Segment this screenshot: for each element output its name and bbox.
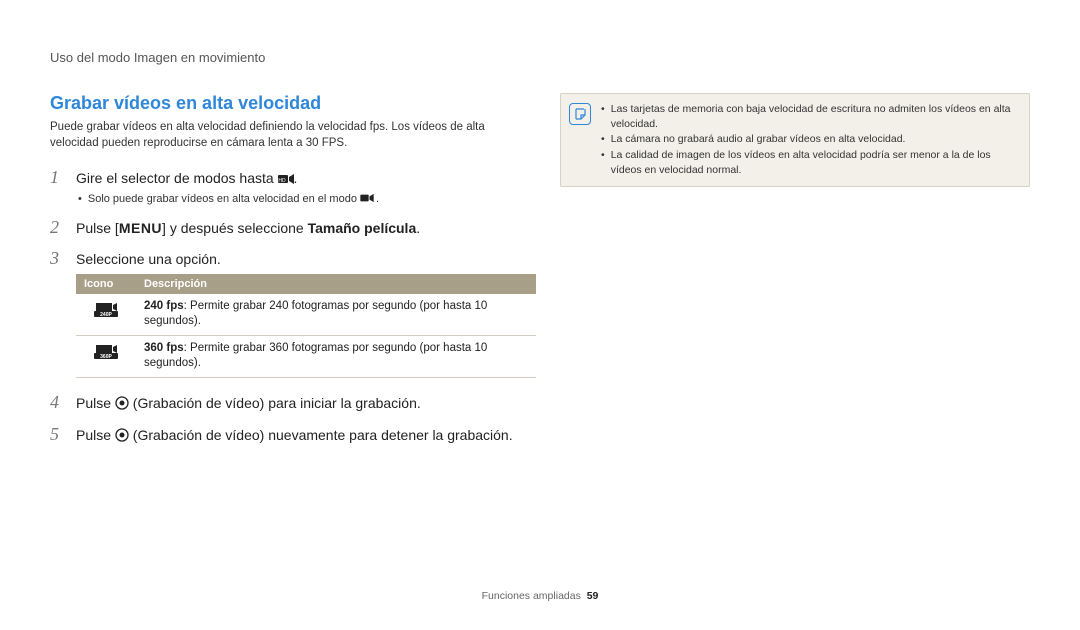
- text-fragment: .: [416, 220, 420, 236]
- step-text: Seleccione una opción.: [76, 250, 221, 270]
- step-3: 3 Seleccione una opción.: [50, 248, 520, 270]
- fps-icon-cell: 240P: [76, 294, 136, 336]
- step-2: 2 Pulse [MENU] y después seleccione Tama…: [50, 217, 520, 239]
- record-button-icon: [115, 396, 129, 410]
- text-fragment: 360 fps: [144, 342, 184, 354]
- text-fragment: ] y después seleccione: [162, 220, 308, 236]
- options-table: Icono Descripción 240P 240 fps: Permite …: [76, 274, 536, 378]
- text-fragment: La calidad de imagen de los vídeos en al…: [611, 148, 1019, 177]
- text-fragment: .: [376, 193, 379, 205]
- header-description: Descripción: [136, 274, 536, 294]
- step-number: 3: [50, 248, 66, 269]
- svg-text:240P: 240P: [100, 312, 112, 317]
- movie-mode-icon: [360, 193, 376, 205]
- footer-section: Funciones ampliadas: [482, 590, 581, 602]
- page-content: Uso del modo Imagen en movimiento Grabar…: [0, 0, 1080, 449]
- chapter-title: Uso del modo Imagen en movimiento: [50, 50, 1030, 65]
- movie-mode-icon: HD: [278, 173, 294, 185]
- text-fragment: Gire el selector de modos hasta: [76, 170, 278, 186]
- step-4: 4 Pulse (Grabación de vídeo) para inicia…: [50, 392, 520, 414]
- text-fragment: Pulse: [76, 427, 115, 443]
- intro-paragraph: Puede grabar vídeos en alta velocidad de…: [50, 120, 520, 151]
- header-icon: Icono: [76, 274, 136, 294]
- text-fragment: Pulse [: [76, 220, 119, 236]
- step-text: Pulse (Grabación de vídeo) nuevamente pa…: [76, 426, 513, 446]
- table-header-row: Icono Descripción: [76, 274, 536, 294]
- text-fragment: .: [294, 170, 298, 186]
- left-column: Grabar vídeos en alta velocidad Puede gr…: [50, 93, 520, 449]
- text-fragment: Solo puede grabar vídeos en alta velocid…: [88, 193, 379, 205]
- table-row: 360P 360 fps: Permite grabar 360 fotogra…: [76, 335, 536, 377]
- note-info-icon: [569, 103, 591, 125]
- text-fragment: La cámara no grabará audio al grabar víd…: [611, 132, 906, 147]
- page-number: 59: [587, 590, 599, 602]
- text-fragment: (Grabación de vídeo) nuevamente para det…: [129, 427, 513, 443]
- text-fragment: Solo puede grabar vídeos en alta velocid…: [88, 193, 360, 205]
- note-item: La calidad de imagen de los vídeos en al…: [601, 148, 1019, 177]
- option-name: Tamaño película: [308, 220, 417, 236]
- step-number: 5: [50, 424, 66, 445]
- fps-240-icon: 240P: [94, 301, 118, 323]
- note-list: Las tarjetas de memoria con baja velocid…: [601, 102, 1019, 178]
- note-item: La cámara no grabará audio al grabar víd…: [601, 132, 1019, 147]
- record-button-icon: [115, 428, 129, 442]
- fps-description: 360 fps: Permite grabar 360 fotogramas p…: [136, 335, 536, 377]
- text-fragment: : Permite grabar 240 fotogramas por segu…: [144, 300, 487, 328]
- svg-text:360P: 360P: [100, 354, 112, 359]
- step-1: 1 Gire el selector de modos hasta HD.: [50, 167, 520, 189]
- text-fragment: (Grabación de vídeo) para iniciar la gra…: [129, 395, 421, 411]
- fps-icon-cell: 360P: [76, 335, 136, 377]
- text-fragment: 240 fps: [144, 300, 184, 312]
- step-text: Pulse (Grabación de vídeo) para iniciar …: [76, 394, 421, 414]
- fps-360-icon: 360P: [94, 343, 118, 365]
- table-row: 240P 240 fps: Permite grabar 240 fotogra…: [76, 294, 536, 336]
- note-box: Las tarjetas de memoria con baja velocid…: [560, 93, 1030, 187]
- menu-button-label: MENU: [119, 219, 162, 239]
- fps-description: 240 fps: Permite grabar 240 fotogramas p…: [136, 294, 536, 336]
- text-fragment: : Permite grabar 360 fotogramas por segu…: [144, 342, 487, 370]
- steps-list: 1 Gire el selector de modos hasta HD. So…: [50, 167, 520, 445]
- note-item: Las tarjetas de memoria con baja velocid…: [601, 102, 1019, 131]
- svg-text:HD: HD: [278, 178, 286, 184]
- text-fragment: Pulse: [76, 395, 115, 411]
- step-1-subnote: Solo puede grabar vídeos en alta velocid…: [78, 193, 520, 205]
- section-heading: Grabar vídeos en alta velocidad: [50, 93, 520, 114]
- step-text: Gire el selector de modos hasta HD.: [76, 169, 297, 189]
- step-number: 1: [50, 167, 66, 188]
- step-number: 2: [50, 217, 66, 238]
- step-5: 5 Pulse (Grabación de vídeo) nuevamente …: [50, 424, 520, 446]
- right-column: Las tarjetas de memoria con baja velocid…: [560, 93, 1030, 449]
- two-column-layout: Grabar vídeos en alta velocidad Puede gr…: [50, 93, 1030, 449]
- page-footer: Funciones ampliadas 59: [0, 590, 1080, 602]
- step-text: Pulse [MENU] y después seleccione Tamaño…: [76, 219, 420, 239]
- text-fragment: Las tarjetas de memoria con baja velocid…: [611, 102, 1019, 131]
- step-number: 4: [50, 392, 66, 413]
